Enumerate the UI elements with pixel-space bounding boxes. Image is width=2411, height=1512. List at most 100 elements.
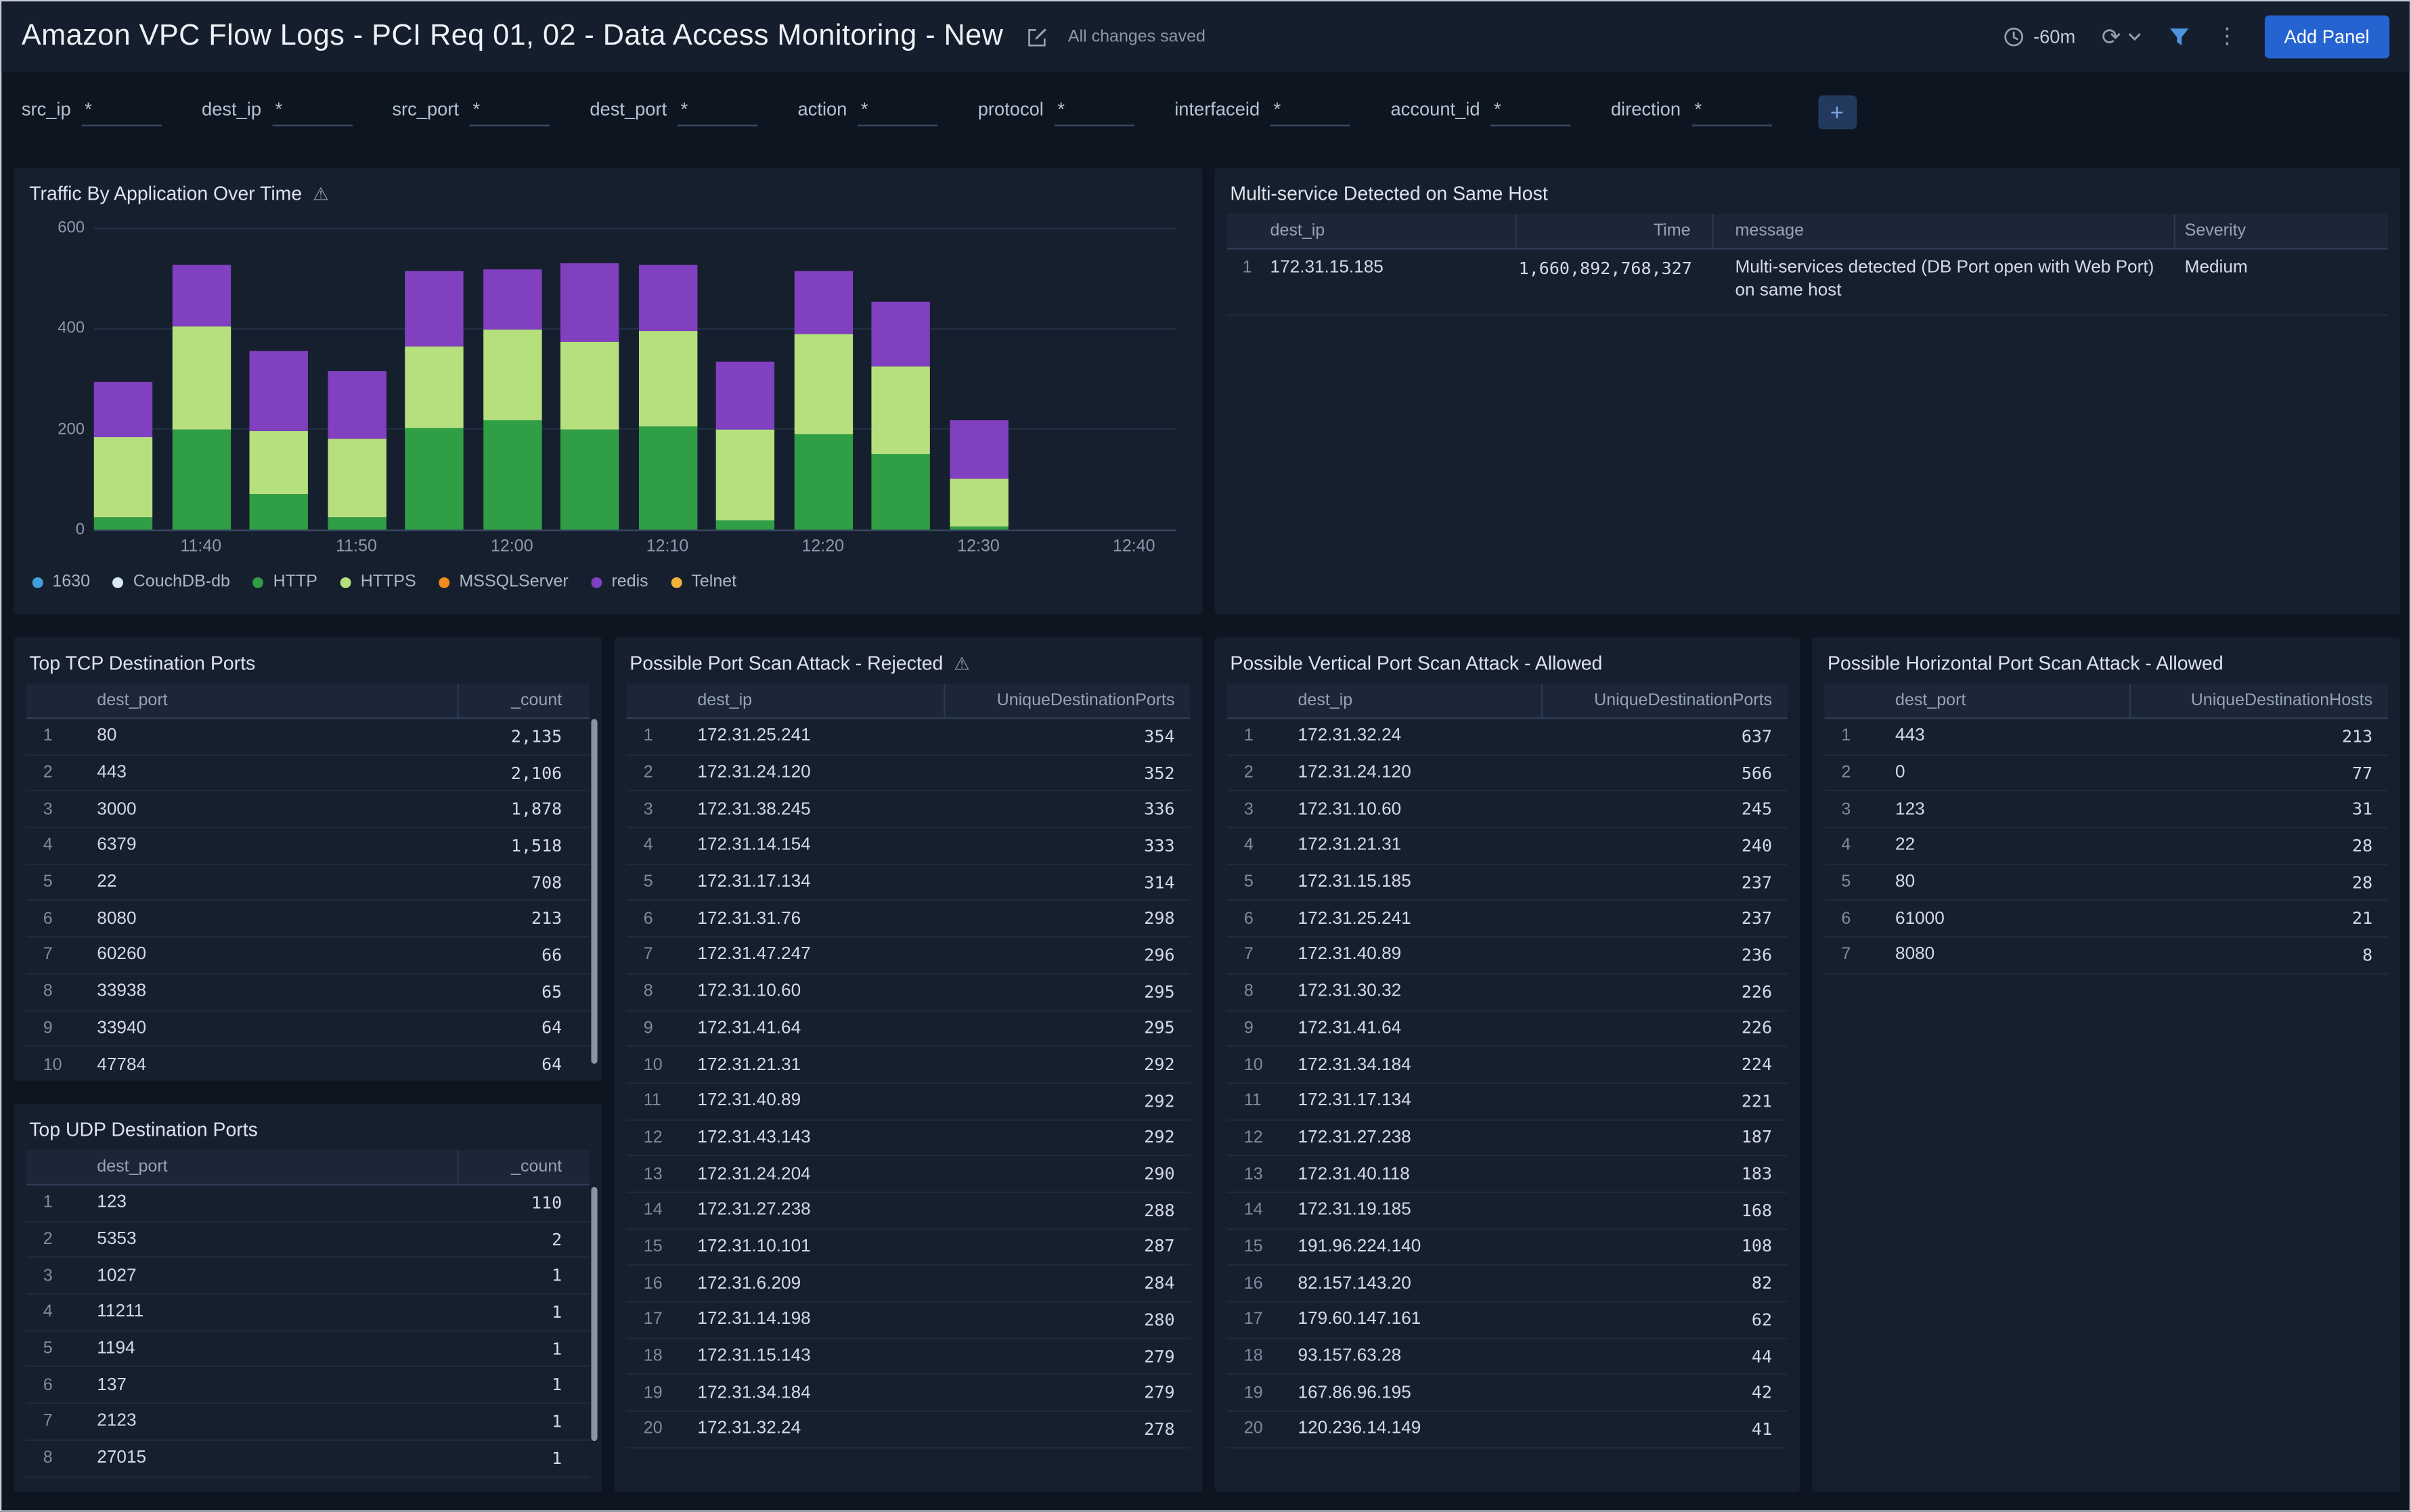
bar-11:40[interactable]: [171, 228, 231, 530]
table-row: 2 0 77: [1824, 755, 2388, 792]
legend-item-HTTPS[interactable]: HTTPS: [340, 573, 416, 591]
table-row: 11 172.31.17.134 221: [1226, 1084, 1788, 1120]
legend-item-MSSQLServer[interactable]: MSSQLServer: [439, 573, 569, 591]
cell: 213: [2341, 726, 2373, 747]
column-header[interactable]: dest_port: [72, 1157, 458, 1176]
bar-12:20[interactable]: [793, 228, 852, 530]
filter-input-action[interactable]: *: [858, 99, 938, 127]
add-filter-button[interactable]: +: [1817, 95, 1857, 130]
cell: 47784: [97, 1055, 147, 1074]
column-header[interactable]: Severity: [2175, 222, 2388, 240]
legend-item-HTTP[interactable]: HTTP: [253, 573, 317, 591]
filter-funnel-icon: [2169, 28, 2188, 46]
bar-12:10[interactable]: [638, 228, 697, 530]
legend-dot: [671, 576, 682, 587]
bar-11:45[interactable]: [249, 228, 308, 530]
bar-segment-redis: [793, 271, 852, 334]
cell: 314: [1144, 872, 1175, 893]
edit-title-button[interactable]: [1025, 26, 1048, 49]
cell: 237: [1741, 872, 1773, 893]
cell: 110: [531, 1193, 562, 1214]
time-range-selector[interactable]: -60m: [2003, 26, 2075, 48]
column-header[interactable]: dest_ip: [1270, 214, 1517, 248]
add-panel-button[interactable]: Add Panel: [2264, 15, 2390, 59]
filter-field-interfaceid: interfaceid *: [1174, 99, 1351, 127]
column-header[interactable]: _count: [457, 1150, 590, 1184]
cell: 1: [552, 1411, 562, 1432]
panel-title: Top UDP Destination Ports: [29, 1119, 258, 1141]
scrollbar-thumb[interactable]: [591, 719, 598, 1064]
cell: 172.31.40.89: [1298, 946, 1402, 964]
row-index: 11: [643, 1092, 661, 1111]
column-header[interactable]: dest_ip: [673, 691, 944, 709]
bar-segment-redis: [871, 302, 930, 366]
column-header[interactable]: dest_port: [1871, 691, 2129, 709]
bar-12:25[interactable]: [871, 228, 930, 530]
cell: 27015: [97, 1448, 147, 1468]
table-row: 5 172.31.17.134 314: [626, 865, 1191, 902]
refresh-button[interactable]: ⟳: [2102, 24, 2141, 49]
filter-input-account_id[interactable]: *: [1490, 99, 1571, 127]
bar-segment-HTTP: [483, 420, 541, 530]
legend-item-CouchDB-db[interactable]: CouchDB-db: [113, 573, 230, 591]
row-index: 20: [643, 1420, 663, 1439]
column-header[interactable]: dest_ip: [1273, 691, 1541, 709]
cell: 2123: [97, 1412, 137, 1431]
filter-input-src_ip[interactable]: *: [81, 99, 162, 127]
bar-12:15[interactable]: [715, 228, 775, 530]
cell: 179.60.147.161: [1298, 1310, 1421, 1329]
cell: 172.31.15.185: [1270, 259, 1384, 277]
table-header-row: dest_ip Time message Severity: [1226, 214, 2388, 250]
page-title: Amazon VPC Flow Logs - PCI Req 01, 02 - …: [21, 20, 1004, 53]
table-row: 19 167.86.96.195 42: [1226, 1375, 1788, 1412]
filter-toggle-button[interactable]: [2167, 26, 2190, 48]
filter-input-interfaceid[interactable]: *: [1270, 99, 1351, 127]
legend-label: CouchDB-db: [133, 573, 230, 592]
scrollbar-thumb[interactable]: [591, 1186, 598, 1442]
legend-item-Telnet[interactable]: Telnet: [671, 573, 736, 591]
row-index: 6: [43, 909, 53, 929]
bar-12:00[interactable]: [483, 228, 541, 530]
bar-12:05[interactable]: [560, 228, 619, 530]
column-header[interactable]: message: [1714, 214, 2176, 248]
bar-11:35[interactable]: [93, 228, 153, 530]
bar-11:55[interactable]: [405, 228, 464, 530]
bar-segment-redis: [249, 351, 308, 432]
cell: 240: [1741, 835, 1773, 856]
row-index: 7: [43, 946, 53, 964]
column-header[interactable]: UniqueDestinationPorts: [944, 683, 1190, 717]
panel-port-scan-rejected: Possible Port Scan Attack - Rejected ⚠ d…: [614, 637, 1203, 1492]
column-header[interactable]: _count: [457, 683, 590, 717]
cell: 1: [552, 1448, 562, 1469]
column-header[interactable]: Time: [1516, 214, 1714, 248]
cell: 28: [2352, 872, 2373, 893]
filter-input-dest_port[interactable]: *: [678, 99, 758, 127]
bar-segment-HTTP: [715, 520, 775, 530]
cell: 6379: [97, 837, 137, 855]
cell: 93.157.63.28: [1298, 1347, 1402, 1366]
cell: 82: [1751, 1273, 1773, 1294]
table-row: 10 172.31.34.184 224: [1226, 1047, 1788, 1084]
filter-field-account_id: account_id *: [1390, 99, 1571, 127]
row-index: 8: [1243, 982, 1254, 1001]
filter-input-direction[interactable]: *: [1691, 99, 1772, 127]
legend-item-redis[interactable]: redis: [591, 573, 648, 591]
chart-y-axis: 0 200 400 600: [14, 219, 85, 539]
filter-input-src_port[interactable]: *: [469, 99, 550, 127]
cell: 44: [1751, 1346, 1773, 1366]
cell: 183: [1741, 1163, 1773, 1184]
row-index: 4: [1841, 837, 1851, 855]
column-header[interactable]: UniqueDestinationHosts: [2129, 683, 2388, 717]
bar-segment-HTTP: [327, 516, 386, 530]
column-header[interactable]: dest_port: [72, 691, 458, 709]
filter-input-dest_ip[interactable]: *: [271, 99, 353, 127]
more-options-button[interactable]: ⋮: [2217, 26, 2238, 48]
legend-item-1630[interactable]: 1630: [32, 573, 90, 591]
bar-11:50[interactable]: [327, 228, 386, 530]
column-header[interactable]: UniqueDestinationPorts: [1541, 683, 1788, 717]
filter-input-protocol[interactable]: *: [1054, 99, 1135, 127]
filter-label: src_ip: [21, 98, 71, 120]
cell: 708: [531, 872, 562, 893]
x-tick-label: 12:20: [801, 537, 845, 556]
bar-12:30[interactable]: [949, 228, 1008, 530]
